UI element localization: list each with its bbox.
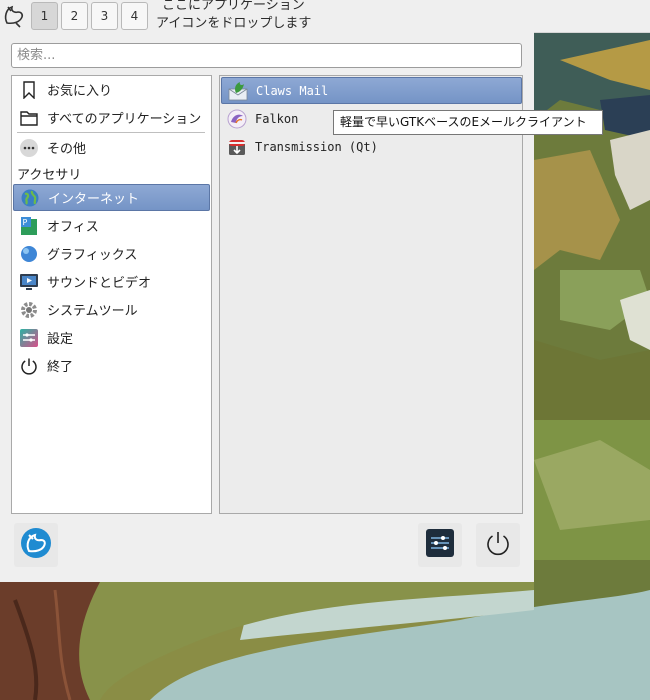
search-input[interactable]: [11, 43, 522, 68]
settings-button[interactable]: [418, 523, 462, 567]
category-label: オフィス: [47, 220, 99, 235]
globe-icon: [20, 188, 40, 208]
category-label: グラフィックス: [47, 248, 138, 263]
shutdown-button[interactable]: [476, 523, 520, 567]
category-internet[interactable]: インターネット: [13, 184, 210, 211]
category-label: 設定: [47, 332, 74, 347]
category-sound-video[interactable]: サウンドとビデオ: [13, 268, 210, 295]
category-separator: [17, 132, 205, 133]
category-list: お気に入り すべてのアプリケーション その他 アクセサリ インターネット P オ…: [11, 75, 212, 514]
office-icon: P: [19, 216, 39, 236]
workspace-button-2[interactable]: 2: [61, 2, 88, 30]
transmission-icon: [227, 137, 247, 157]
bookmark-icon: [19, 80, 39, 100]
category-label: サウンドとビデオ: [47, 276, 152, 291]
workspace-button-1[interactable]: 1: [31, 2, 58, 30]
category-shutdown[interactable]: 終了: [13, 352, 210, 379]
lxqt-logo-icon: [20, 527, 52, 563]
lxqt-logo-icon[interactable]: [2, 3, 26, 29]
drop-hint-line2: アイコンをドロップします: [156, 16, 312, 31]
top-panel: 1 2 3 4 ここにアプリケーション アイコンをドロップします: [0, 0, 650, 33]
power-icon: [485, 530, 511, 560]
preferences-icon: [426, 529, 454, 561]
category-label: すべてのアプリケーション: [47, 112, 202, 127]
app-label: Transmission (Qt): [255, 139, 378, 154]
workspace-button-3[interactable]: 3: [91, 2, 118, 30]
app-label: Falkon: [255, 111, 299, 126]
category-favorites[interactable]: お気に入り: [13, 76, 210, 103]
category-office[interactable]: P オフィス: [13, 212, 210, 239]
multimedia-icon: [19, 272, 39, 292]
falkon-icon: [227, 109, 247, 129]
category-label: お気に入り: [47, 84, 113, 99]
category-all-applications[interactable]: すべてのアプリケーション: [13, 104, 210, 131]
app-claws-mail[interactable]: Claws Mail: [221, 77, 522, 104]
power-icon: [19, 356, 39, 376]
workspace-button-4[interactable]: 4: [121, 2, 148, 30]
application-list: Claws Mail Falkon Transmission (Qt): [219, 75, 523, 514]
app-transmission[interactable]: Transmission (Qt): [221, 133, 522, 160]
claws-mail-icon: [228, 81, 248, 101]
category-label: システムツール: [47, 304, 138, 319]
quicklaunch-drop-hint: ここにアプリケーション アイコンをドロップします: [156, 0, 311, 33]
folder-icon: [19, 108, 39, 128]
category-label: その他: [47, 142, 87, 157]
gear-icon: [19, 300, 39, 320]
category-section-heading: アクセサリ: [17, 168, 82, 183]
settings-icon: [19, 328, 39, 348]
category-settings[interactable]: 設定: [13, 324, 210, 351]
svg-text:P: P: [23, 218, 28, 227]
lxqt-about-button[interactable]: [14, 523, 58, 567]
app-tooltip: 軽量で早いGTKベースのEメールクライアント: [333, 110, 603, 135]
more-icon: [19, 138, 39, 158]
category-label: 終了: [47, 360, 74, 375]
category-graphics[interactable]: グラフィックス: [13, 240, 210, 267]
app-label: Claws Mail: [256, 83, 329, 98]
drop-hint-line1: ここにアプリケーション: [162, 0, 305, 13]
category-other[interactable]: その他: [13, 134, 210, 161]
graphics-icon: [19, 244, 39, 264]
category-system-tools[interactable]: システムツール: [13, 296, 210, 323]
category-label: インターネット: [48, 192, 140, 207]
